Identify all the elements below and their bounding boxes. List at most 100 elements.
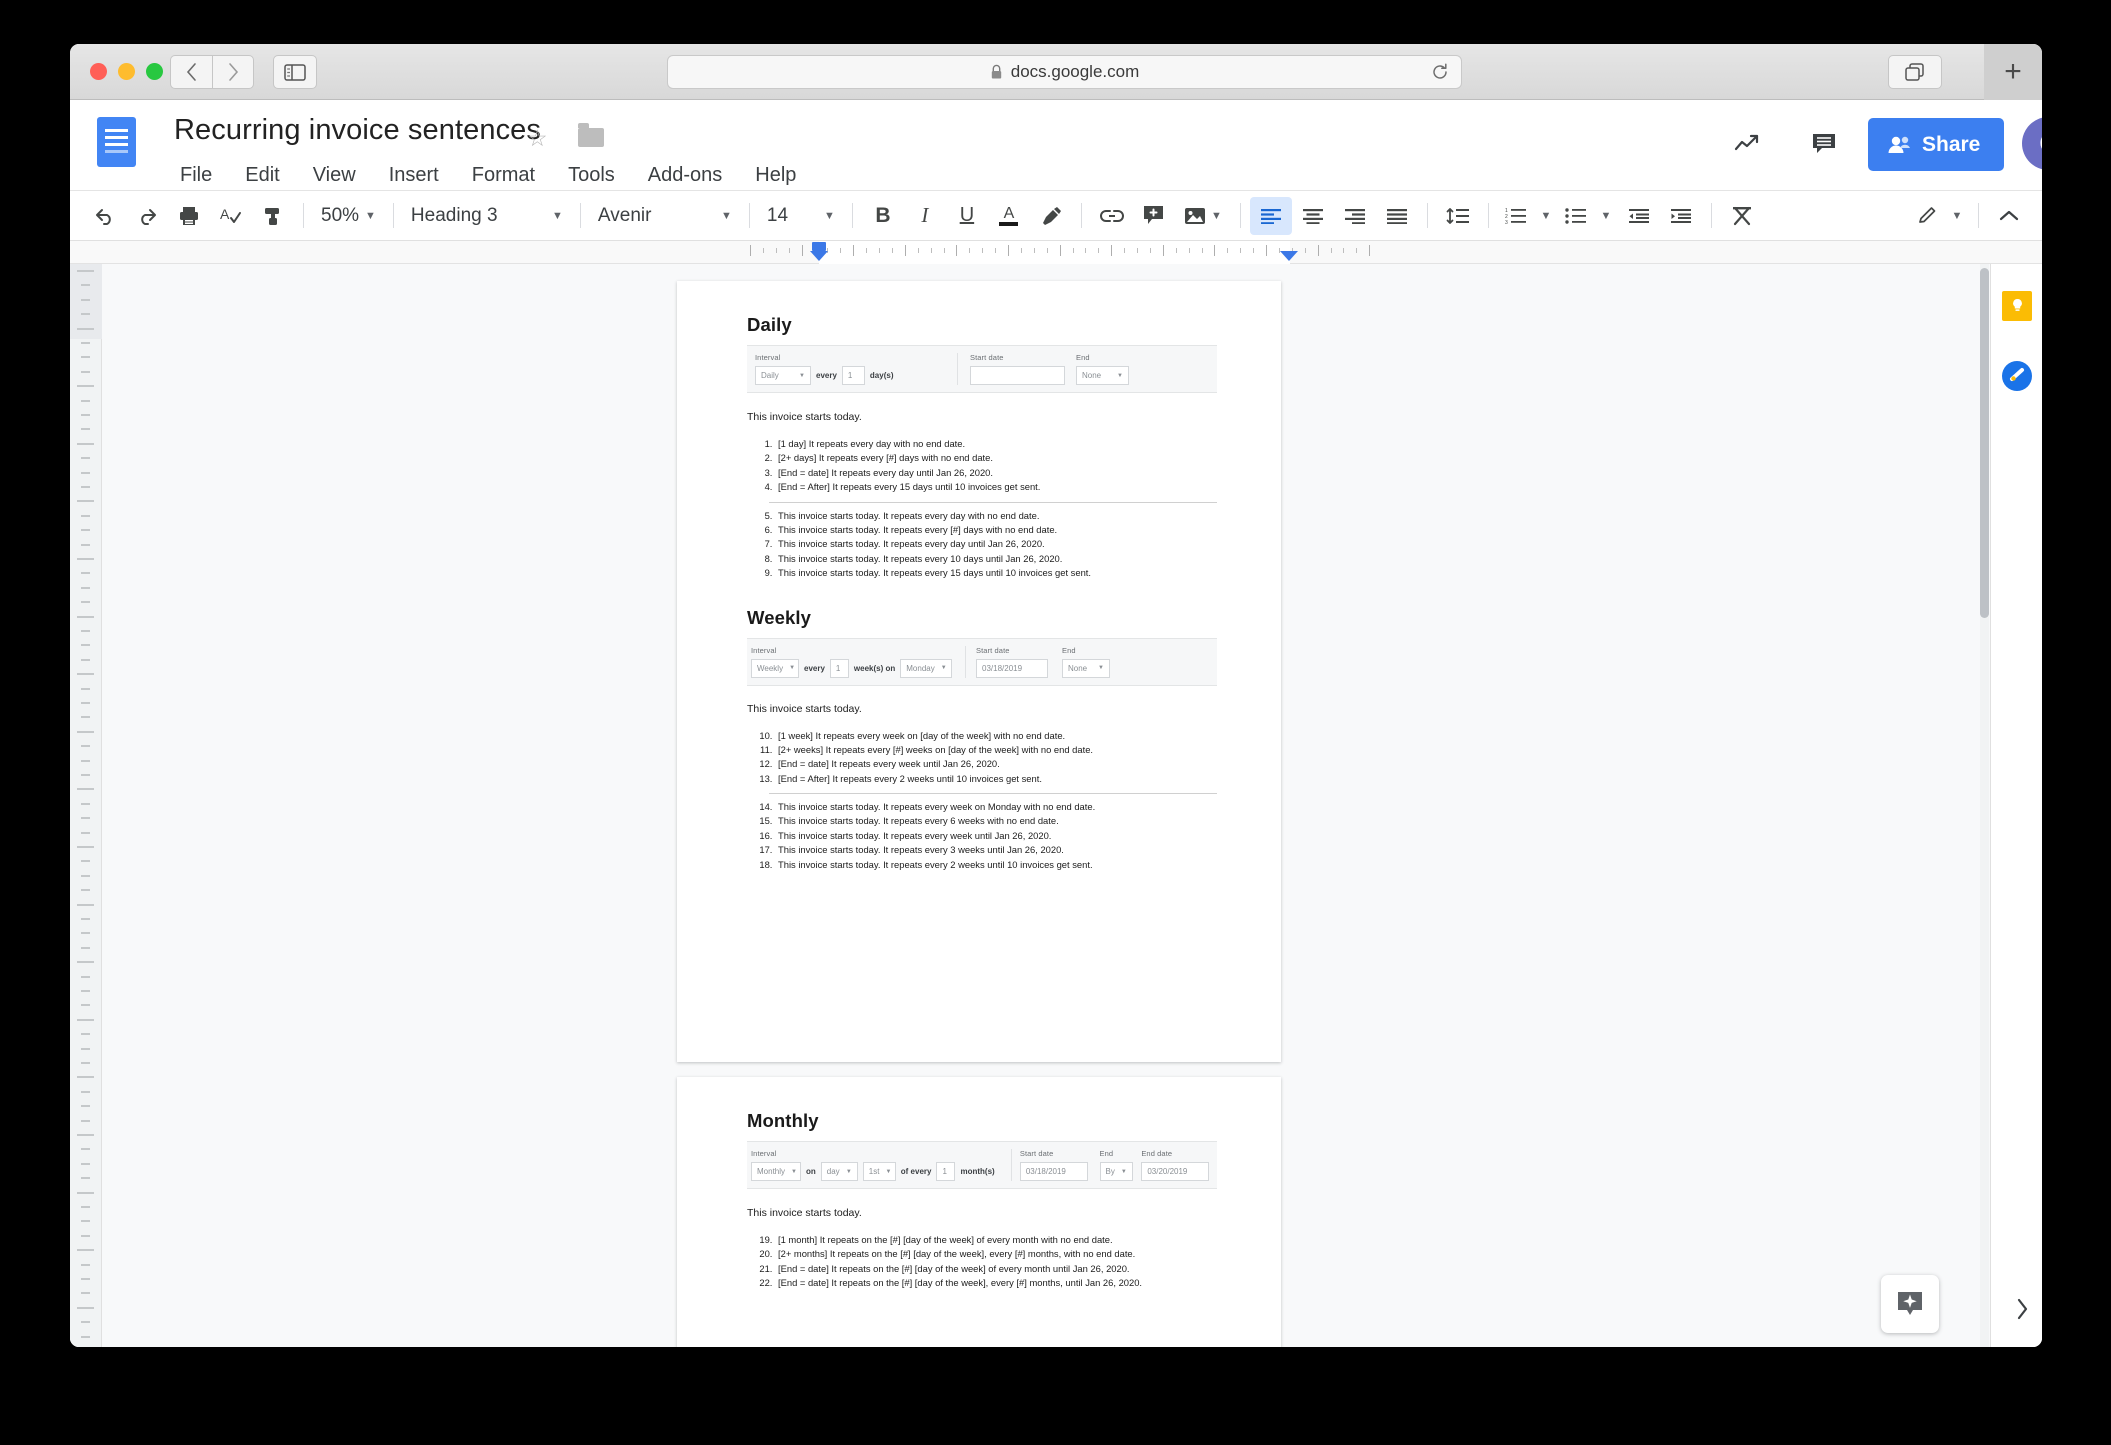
daily-count-input[interactable]: 1 [841,366,865,385]
daily-end-select[interactable]: None ▼ [1076,366,1129,385]
menu-tools[interactable]: Tools [562,162,621,189]
share-button[interactable]: Share [1868,118,2005,171]
add-comment-icon[interactable] [1133,197,1175,235]
monthly-end-select[interactable]: By ▼ [1099,1162,1133,1181]
clear-formatting-icon[interactable] [1721,197,1763,235]
ruler-tick [762,248,764,253]
chevron-down-icon[interactable]: ▼ [1534,197,1558,235]
new-tab-button[interactable]: + [1984,44,2042,100]
vertical-ruler-tick [81,1206,90,1208]
italic-button[interactable]: I [904,197,946,235]
menu-view[interactable]: View [307,162,362,189]
horizontal-ruler[interactable] [70,241,2042,264]
vertical-ruler-tick [81,457,90,460]
menu-file[interactable]: File [174,162,218,189]
highlight-icon[interactable] [1030,197,1072,235]
bold-button[interactable]: B [862,197,904,235]
document-page-1[interactable]: Daily Interval Daily ▼ every 1 day(s) St… [677,281,1281,1062]
daily-start-date-input[interactable] [970,366,1065,385]
folder-icon[interactable] [578,123,604,147]
insert-image-button[interactable]: ▼ [1175,197,1231,235]
right-indent-marker[interactable] [1280,251,1298,261]
monthly-count-input[interactable]: 1 [936,1162,956,1181]
avatar[interactable]: C [2022,117,2042,170]
underline-button[interactable]: U [946,197,988,235]
reload-icon[interactable] [1431,63,1449,81]
star-icon[interactable]: ☆ [527,125,548,152]
share-label: Share [1922,132,1981,156]
forward-button[interactable] [212,55,254,89]
align-center-icon[interactable] [1292,197,1334,235]
align-left-icon[interactable] [1249,196,1292,235]
numbered-list-icon[interactable]: 123 [1498,197,1534,235]
bulleted-list-icon[interactable] [1558,197,1594,235]
chevron-down-icon[interactable]: ▼ [1945,197,1969,235]
vertical-ruler-tick [77,270,94,272]
sidebar-toggle-icon[interactable] [273,55,317,89]
increase-indent-icon[interactable] [1660,197,1702,235]
font-size-value: 14 [766,204,789,226]
document-page-2[interactable]: Monthly Interval Monthly ▼ on day ▼ 1st … [677,1077,1281,1347]
chevron-down-icon: ▼ [885,1168,892,1175]
font-size-select[interactable]: 14 ▼ [759,197,843,235]
daily-unit-label: day(s) [869,371,894,380]
close-window-button[interactable] [90,63,107,80]
font-select[interactable]: Avenir ▼ [590,197,740,235]
address-bar[interactable]: docs.google.com [667,55,1462,89]
google-keep-icon[interactable] [2002,291,2032,321]
vertical-ruler-tick [81,1148,90,1151]
left-indent-marker[interactable] [810,251,828,261]
monthly-ordinal-select[interactable]: 1st ▼ [862,1162,896,1181]
redo-icon[interactable] [126,197,168,235]
list-item: [1 week] It repeats every week on [day o… [775,729,1217,743]
weekly-end-select[interactable]: None ▼ [1062,658,1110,678]
monthly-interval-select[interactable]: Monthly ▼ [751,1162,801,1181]
daily-interval-select[interactable]: Daily ▼ [755,366,811,385]
menu-insert[interactable]: Insert [383,162,445,189]
ruler-tick [801,245,803,256]
align-justify-icon[interactable] [1376,197,1418,235]
activity-trend-icon[interactable] [1728,124,1768,164]
paint-format-icon[interactable] [252,197,294,235]
spellcheck-icon[interactable]: A [210,197,252,235]
tab-overview-icon[interactable] [1888,55,1942,89]
collapse-toolbar-icon[interactable] [1988,197,2030,235]
google-docs-icon[interactable] [97,117,136,167]
maximize-window-button[interactable] [146,63,163,80]
chevron-down-icon[interactable]: ▼ [1594,197,1618,235]
align-right-icon[interactable] [1334,197,1376,235]
menu-addons[interactable]: Add-ons [642,162,729,189]
print-icon[interactable] [168,197,210,235]
undo-icon[interactable] [84,197,126,235]
person-add-icon [1887,135,1911,155]
paragraph-style-select[interactable]: Heading 3 ▼ [403,197,571,235]
back-button[interactable] [170,55,212,89]
weekly-day-select[interactable]: Monday ▼ [900,658,953,678]
menu-edit[interactable]: Edit [239,162,285,189]
monthly-end-date-input[interactable]: 03/20/2019 [1141,1162,1210,1181]
link-icon[interactable] [1091,197,1133,235]
menu-help[interactable]: Help [749,162,802,189]
expand-side-panel-button[interactable] [2014,1297,2030,1321]
weekly-start-date-input[interactable]: 03/18/2019 [976,658,1048,678]
weekly-count-input[interactable]: 1 [829,658,849,678]
comment-icon[interactable] [1805,124,1845,164]
line-spacing-icon[interactable] [1437,197,1479,235]
vertical-ruler-tick [77,327,94,330]
vertical-scrollbar-thumb[interactable] [1980,268,1989,618]
minimize-window-button[interactable] [118,63,135,80]
zoom-select[interactable]: 50% ▼ [313,197,384,235]
menu-format[interactable]: Format [466,162,541,189]
text-color-button[interactable]: A [988,197,1030,235]
weekly-interval-select[interactable]: Weekly ▼ [751,658,799,678]
monthly-start-date-input[interactable]: 03/18/2019 [1019,1162,1088,1181]
decrease-indent-icon[interactable] [1618,197,1660,235]
first-line-indent-marker[interactable] [812,242,826,251]
google-tasks-icon[interactable] [2002,361,2032,391]
edit-pencil-icon[interactable] [1909,197,1945,235]
explore-button[interactable] [1881,1275,1939,1333]
monthly-day-select[interactable]: day ▼ [820,1162,858,1181]
toolbar-right-group: ▼ [1909,197,2042,235]
vertical-ruler-tick [81,1033,90,1036]
page-title[interactable]: Recurring invoice sentences [174,114,541,147]
